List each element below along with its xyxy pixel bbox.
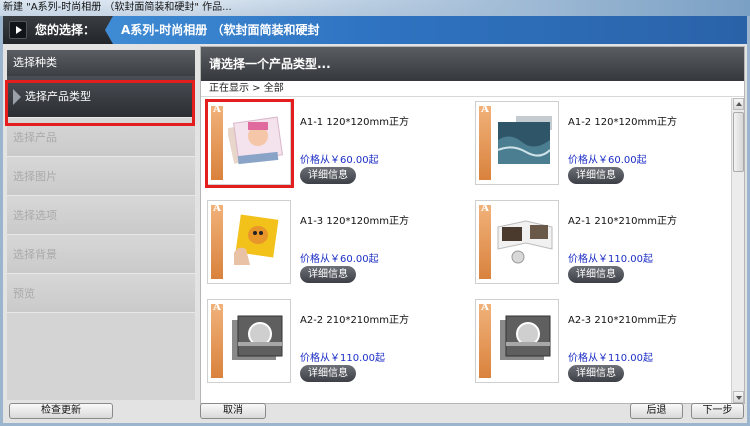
details-button[interactable]: 详细信息 xyxy=(568,365,624,382)
scroll-up-icon[interactable] xyxy=(733,98,744,110)
product-price: 价格从￥110.00起 xyxy=(568,254,653,265)
product-name: A1-3 120*120mm正方 xyxy=(300,216,410,227)
play-arrow-icon xyxy=(9,21,27,39)
product-grid: A A1-1 120*120mm正方 价格从￥60.00起 详细信息 A A1-… xyxy=(201,98,731,403)
product-card[interactable]: A A2-1 210*210mm正方 价格从￥110.00起 详细信息 xyxy=(469,197,729,293)
product-name: A2-1 210*210mm正方 xyxy=(568,216,678,227)
back-button[interactable]: 后退 xyxy=(630,403,683,419)
product-price: 价格从￥60.00起 xyxy=(300,254,379,265)
sidebar-item-preview[interactable]: 预览 xyxy=(7,274,195,313)
vertical-scrollbar[interactable] xyxy=(731,98,744,403)
selection-label: 您的选择： xyxy=(35,23,96,37)
app-window: 您的选择： A系列-时尚相册 （软封面简装和硬封 选择种类 选择产品类型 选择产… xyxy=(0,16,750,426)
sidebar-item-options[interactable]: 选择选项 xyxy=(7,196,195,235)
product-price: 价格从￥110.00起 xyxy=(568,353,653,364)
open-photo-book-icon xyxy=(497,220,553,264)
product-name: A2-3 210*210mm正方 xyxy=(568,315,678,326)
details-button[interactable]: 详细信息 xyxy=(568,167,624,184)
product-card[interactable]: A A1-3 120*120mm正方 价格从￥60.00起 详细信息 xyxy=(201,197,461,293)
cancel-button[interactable]: 取消 xyxy=(200,403,266,419)
check-updates-button[interactable]: 检查更新 xyxy=(9,403,113,419)
sidebar-item-background[interactable]: 选择背景 xyxy=(7,235,195,274)
details-button[interactable]: 详细信息 xyxy=(300,167,356,184)
details-button[interactable]: 详细信息 xyxy=(300,365,356,382)
next-button[interactable]: 下一步 xyxy=(691,403,744,419)
giraffe-card-in-hand-icon xyxy=(234,214,279,265)
selection-value: A系列-时尚相册 （软封面简装和硬封 xyxy=(105,16,747,44)
details-button[interactable]: 详细信息 xyxy=(568,266,624,283)
product-thumbnail[interactable]: A xyxy=(207,299,291,383)
product-thumbnail[interactable]: A xyxy=(475,299,559,383)
product-card[interactable]: A A2-2 210*210mm正方 价格从￥110.00起 详细信息 xyxy=(201,296,461,392)
highlight-box xyxy=(5,80,195,126)
product-price: 价格从￥60.00起 xyxy=(568,155,647,166)
highlight-box xyxy=(205,99,294,188)
product-thumbnail[interactable]: A xyxy=(207,200,291,284)
window-titlebar: 新建 "A系列-时尚相册 （软封面简装和硬封" 作品... xyxy=(0,0,750,16)
scroll-thumb[interactable] xyxy=(733,112,744,172)
selection-header: 您的选择： A系列-时尚相册 （软封面简装和硬封 xyxy=(3,16,747,44)
sidebar-item-images[interactable]: 选择图片 xyxy=(7,157,195,196)
product-card[interactable]: A A2-3 210*210mm正方 价格从￥110.00起 详细信息 xyxy=(469,296,729,392)
product-name: A1-2 120*120mm正方 xyxy=(568,117,678,128)
product-thumbnail[interactable]: A xyxy=(475,200,559,284)
patterned-photo-book-icon xyxy=(232,315,283,360)
product-price: 价格从￥110.00起 xyxy=(300,353,385,364)
scroll-down-icon[interactable] xyxy=(733,391,744,403)
patterned-photo-book-icon xyxy=(500,315,551,360)
details-button[interactable]: 详细信息 xyxy=(300,266,356,283)
product-thumbnail[interactable]: A xyxy=(475,101,559,185)
panel-title: 请选择一个产品类型... xyxy=(201,47,744,81)
product-name: A2-2 210*210mm正方 xyxy=(300,315,410,326)
sidebar-heading: 选择种类 xyxy=(7,50,195,76)
titlebar-glass xyxy=(190,0,750,16)
ocean-photo-book-icon xyxy=(497,116,552,164)
breadcrumb: 正在显示 > 全部 xyxy=(201,81,744,97)
product-card[interactable]: A A1-1 120*120mm正方 价格从￥60.00起 详细信息 xyxy=(201,98,461,194)
product-card[interactable]: A A1-2 120*120mm正方 价格从￥60.00起 详细信息 xyxy=(469,98,729,194)
product-name: A1-1 120*120mm正方 xyxy=(300,117,410,128)
product-panel: 请选择一个产品类型... 正在显示 > 全部 A A1-1 120*120mm正… xyxy=(200,46,745,404)
product-price: 价格从￥60.00起 xyxy=(300,155,379,166)
